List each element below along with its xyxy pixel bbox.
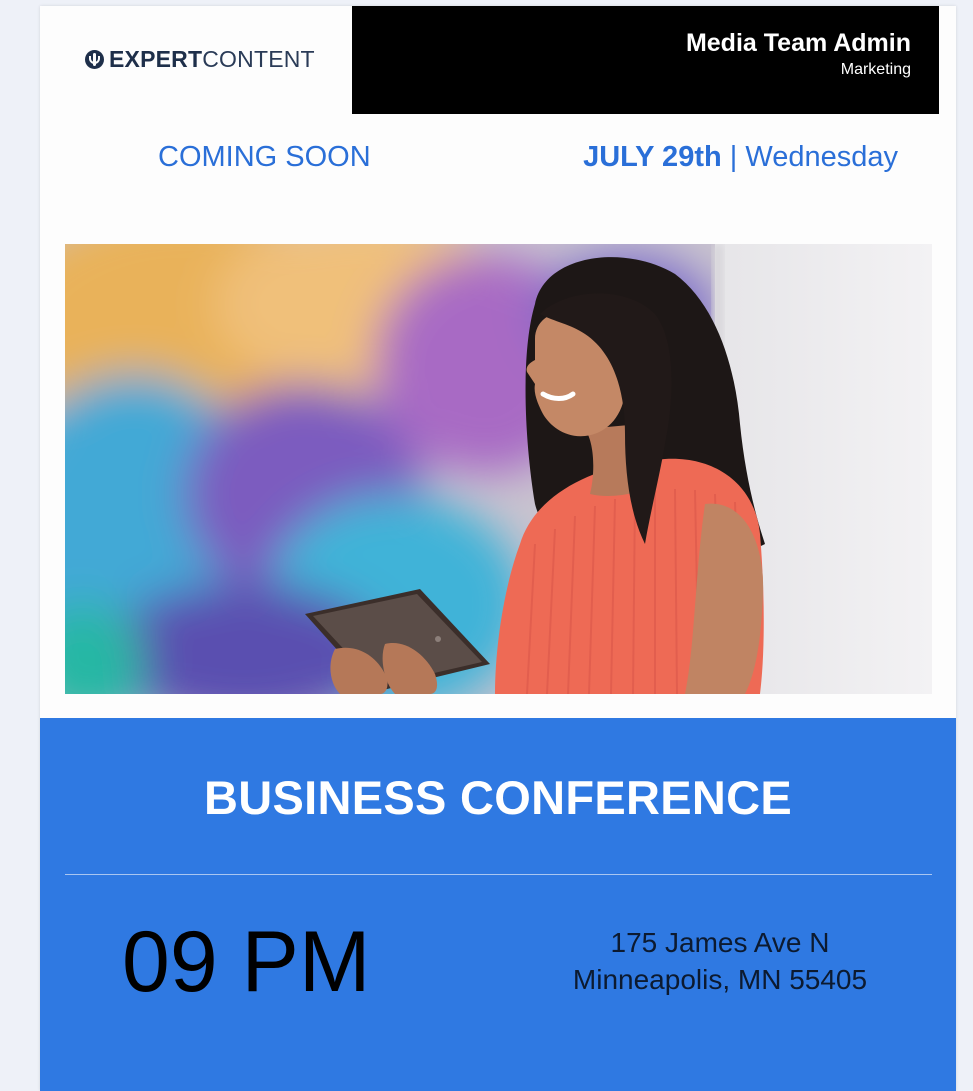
hero-photo (65, 244, 932, 694)
event-time: 09 PM (122, 914, 371, 1010)
hero-photo-illustration (65, 244, 932, 694)
user-name: Media Team Admin (685, 29, 911, 57)
user-info-box: Media Team Admin Marketing (352, 6, 939, 114)
brand-logo-icon (85, 50, 104, 69)
event-weekday: Wednesday (745, 141, 898, 173)
event-date: JULY 29th | Wednesday (583, 140, 898, 174)
brand-name-light: CONTENT (202, 46, 315, 72)
address-line-1: 175 James Ave N (610, 927, 830, 958)
address-line-2: Minneapolis, MN 55405 (572, 964, 868, 995)
brand-name-strong: EXPERT (109, 46, 203, 72)
event-date-day: JULY 29th (583, 141, 722, 173)
email-card: EXPERT CONTENT Media Team Admin Marketin… (40, 6, 956, 1091)
banner-divider (65, 874, 932, 875)
brand-logo[interactable]: EXPERT CONTENT (85, 48, 315, 71)
event-banner: BUSINESS CONFERENCE 09 PM 175 James Ave … (40, 718, 956, 1091)
event-address[interactable]: 175 James Ave N Minneapolis, MN 55405 (540, 924, 900, 998)
date-separator: | (729, 141, 738, 173)
coming-soon-label: COMING SOON (158, 141, 371, 173)
event-title: BUSINESS CONFERENCE (203, 771, 793, 824)
user-role: Marketing (840, 61, 911, 78)
